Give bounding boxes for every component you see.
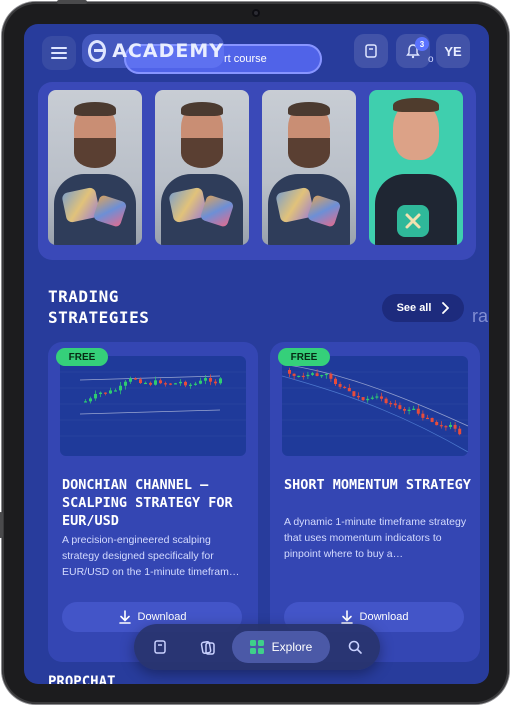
download-label: Download bbox=[359, 611, 409, 623]
logo-text: ACADEMY bbox=[112, 40, 224, 62]
download-label: Download bbox=[137, 611, 187, 623]
grid-icon bbox=[249, 640, 264, 654]
menu-button[interactable] bbox=[42, 36, 76, 70]
hamburger-icon bbox=[51, 47, 67, 59]
logo-mark-icon bbox=[88, 40, 107, 62]
tablet-frame: rt course ACADEMY o 3 YE TRADING STRATEG… bbox=[0, 0, 509, 704]
strategy-description: A precision-engineered scalping strategy… bbox=[62, 534, 240, 578]
video-thumbnail[interactable] bbox=[262, 90, 356, 245]
strategy-card[interactable]: FREE SHORT MOMENTUM STRATEGY A dynamic 1… bbox=[270, 342, 480, 662]
nav-library[interactable] bbox=[144, 631, 176, 663]
volume-button bbox=[0, 512, 3, 538]
nav-explore-label: Explore bbox=[271, 640, 313, 654]
video-thumbnail[interactable] bbox=[48, 90, 142, 245]
video-carousel bbox=[38, 82, 476, 260]
free-badge: FREE bbox=[56, 348, 108, 366]
app-screen: rt course ACADEMY o 3 YE TRADING STRATEG… bbox=[24, 24, 489, 684]
top-bar: rt course ACADEMY o 3 YE bbox=[24, 24, 489, 86]
notifications-button[interactable]: 3 bbox=[396, 34, 430, 68]
strategy-title: DONCHIAN CHANNEL — SCALPING STRATEGY FOR… bbox=[62, 477, 233, 529]
strategy-description: A dynamic 1-minute timeframe strategy th… bbox=[284, 516, 467, 560]
user-avatar-button[interactable]: YE bbox=[436, 34, 470, 68]
crossed-tools-icon bbox=[397, 205, 429, 237]
strategy-chart-preview bbox=[282, 356, 468, 456]
bottom-navigation: Explore bbox=[134, 624, 380, 670]
strategy-chart-preview bbox=[60, 356, 246, 456]
book-icon bbox=[154, 640, 166, 654]
video-thumbnail[interactable] bbox=[369, 90, 463, 245]
library-button[interactable] bbox=[354, 34, 388, 68]
nav-search[interactable] bbox=[339, 631, 371, 663]
download-icon bbox=[340, 610, 353, 624]
front-camera bbox=[252, 9, 260, 17]
nav-courses[interactable] bbox=[192, 631, 224, 663]
strategy-title: SHORT MOMENTUM STRATEGY bbox=[284, 477, 471, 493]
free-badge: FREE bbox=[278, 348, 330, 366]
download-icon bbox=[118, 610, 131, 624]
next-card-fragment: ra bbox=[472, 306, 489, 326]
see-all-label: See all bbox=[396, 302, 432, 314]
section-title-trading-strategies: TRADING STRATEGIES bbox=[48, 287, 150, 327]
book-icon bbox=[365, 44, 377, 58]
academy-logo[interactable]: ACADEMY bbox=[82, 34, 224, 68]
chevron-right-icon bbox=[442, 302, 450, 314]
cards-icon bbox=[200, 640, 215, 655]
notification-badge: 3 bbox=[415, 37, 429, 51]
section-title-next: PROPCHAT bbox=[48, 674, 116, 684]
nav-explore[interactable]: Explore bbox=[232, 631, 330, 663]
video-thumbnail[interactable] bbox=[155, 90, 249, 245]
search-icon bbox=[348, 640, 362, 654]
strategy-card[interactable]: FREE DONCHIAN CHANNEL — SCALPING STRATEG… bbox=[48, 342, 258, 662]
see-all-button[interactable]: See all bbox=[382, 294, 464, 322]
power-button bbox=[57, 0, 87, 4]
